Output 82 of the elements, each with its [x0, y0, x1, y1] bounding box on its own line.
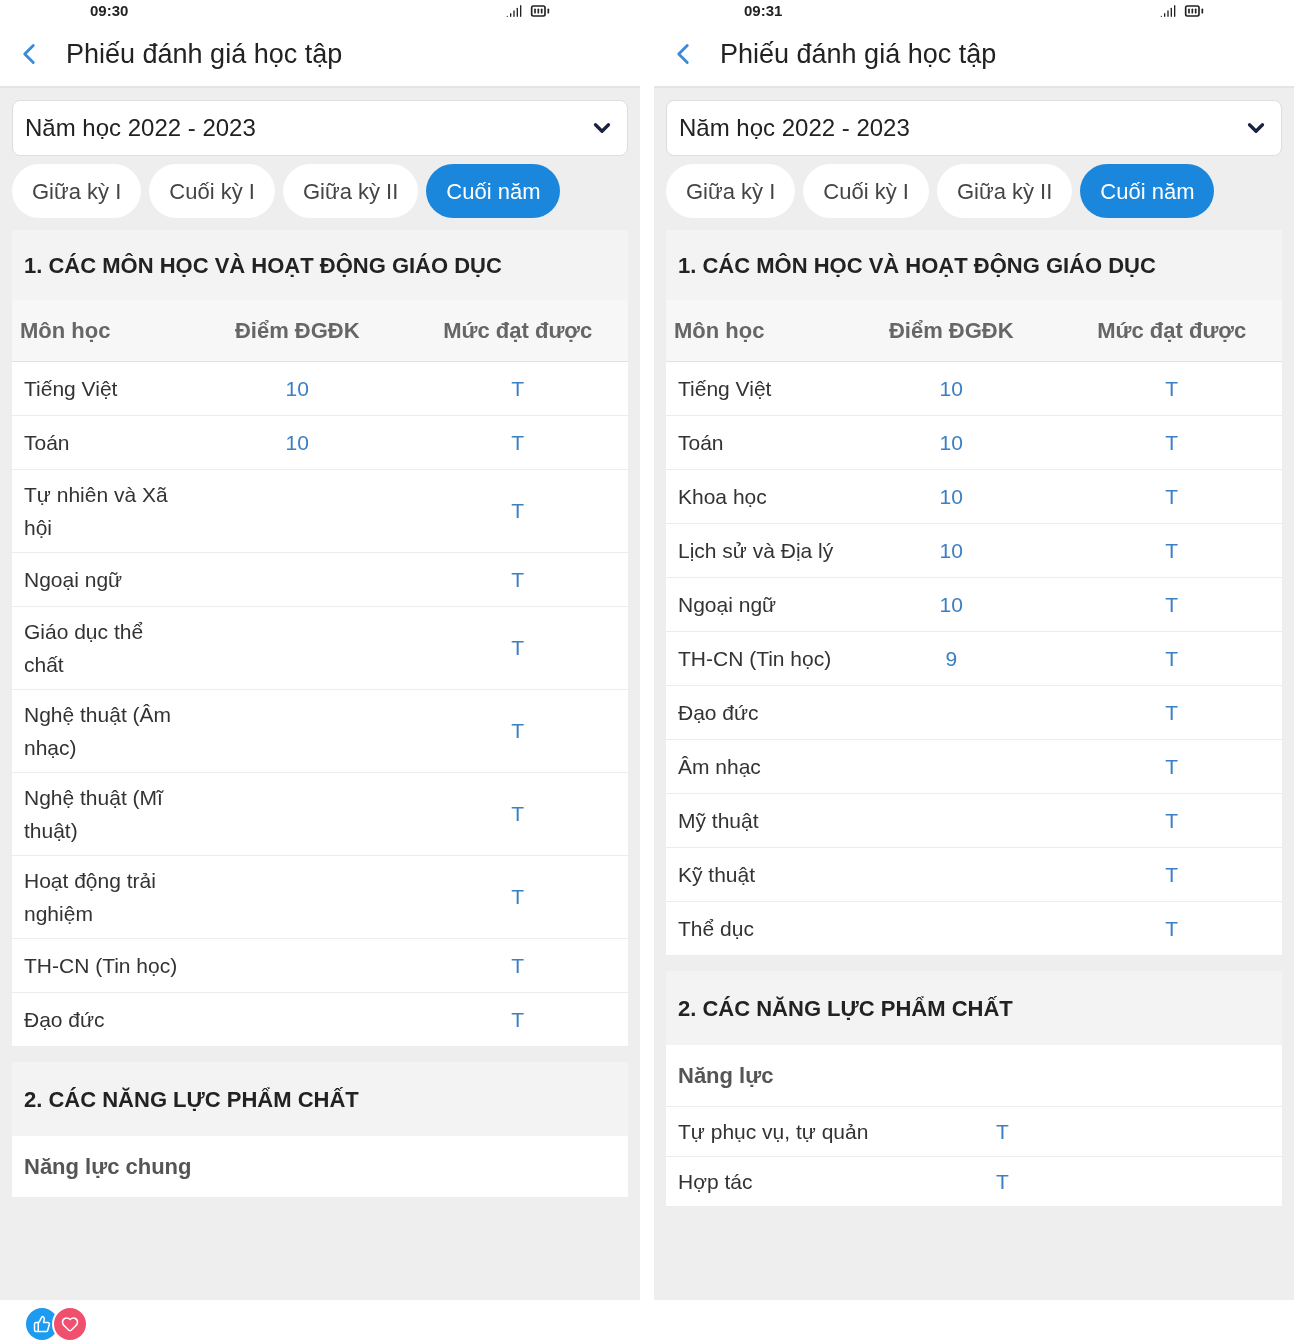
subject-name: Tiếng Việt [23, 376, 119, 402]
grade-value: T [1165, 916, 1179, 940]
score-value: 10 [285, 376, 309, 400]
subject-name: Tự nhiên và Xã hội [23, 482, 169, 541]
subject-name: Khoa học [677, 484, 768, 510]
section-header: 1. CÁC MÔN HỌC VÀ HOẠT ĐỘNG GIÁO DỤC [12, 230, 628, 300]
subject-name: Giáo dục thể chất [23, 619, 145, 678]
score-value: 9 [945, 646, 958, 670]
competency-name: Hợp tác [677, 1168, 754, 1195]
score-value: 10 [285, 430, 309, 454]
subject-name: Kỹ thuật [677, 862, 757, 888]
school-year-dropdown[interactable]: Năm học 2022 - 2023 [666, 100, 1282, 156]
subject-name: Lịch sử và Địa lý [677, 538, 835, 564]
grade-value: T [511, 1007, 525, 1031]
subject-name: Mỹ thuật [677, 808, 760, 834]
section-header: 2. CÁC NĂNG LỰC PHẨM CHẤT [666, 971, 1282, 1045]
grade-value: T [1165, 862, 1179, 886]
section-header: 1. CÁC MÔN HỌC VÀ HOẠT ĐỘNG GIÁO DỤC [666, 230, 1282, 300]
term-tab[interactable]: Giữa kỳ I [12, 164, 142, 218]
status-time: 09:31 [744, 0, 783, 21]
column-header: Mức đạt được [442, 317, 594, 345]
score-value: 10 [939, 592, 963, 616]
grade-value: T [1165, 646, 1179, 670]
term-tab[interactable]: Cuối năm [1080, 164, 1215, 218]
subheading: Năng lực chung [12, 1136, 628, 1198]
score-value: 10 [939, 430, 963, 454]
subject-name: TH-CN (Tin học) [23, 953, 179, 979]
screen-title: Phiếu đánh giá học tập [720, 37, 997, 71]
grade-value: T [511, 499, 525, 523]
subject-name: Hoạt động trải nghiệm [23, 868, 157, 927]
grade-value: T [511, 885, 525, 909]
subject-name: Ngoại ngữ [677, 592, 778, 618]
subject-name: Đạo đức [23, 1007, 106, 1033]
score-value: 10 [939, 484, 963, 508]
subject-name: TH-CN (Tin học) [677, 646, 833, 672]
subject-name: Toán [23, 430, 71, 456]
grade-value: T [1165, 700, 1179, 724]
grade-value: T [511, 802, 525, 826]
grade-value: T [1165, 430, 1179, 454]
grade-value: T [511, 430, 525, 454]
grade-value: T [1165, 538, 1179, 562]
status-time: 09:30 [90, 0, 129, 21]
section-header: 2. CÁC NĂNG LỰC PHẨM CHẤT [12, 1062, 628, 1136]
grade-value: T [996, 1168, 1010, 1195]
subject-name: Thể dục [677, 916, 755, 942]
subject-name: Đạo đức [677, 700, 760, 726]
term-tab[interactable]: Giữa kỳ II [936, 164, 1073, 218]
subject-name: Tiếng Việt [677, 376, 773, 402]
screen-title: Phiếu đánh giá học tập [66, 37, 343, 71]
column-header: Điểm ĐGĐK [887, 317, 1015, 345]
subject-name: Toán [677, 430, 725, 456]
competency-name: Tự phục vụ, tự quản [677, 1118, 870, 1145]
grade-value: T [511, 567, 525, 591]
grade-value: T [1165, 754, 1179, 778]
grade-value: T [511, 636, 525, 660]
term-tab[interactable]: Giữa kỳ II [282, 164, 419, 218]
subheading: Năng lực [666, 1045, 1282, 1107]
grade-value: T [1165, 376, 1179, 400]
column-header: Môn học [673, 317, 766, 345]
grade-value: T [511, 719, 525, 743]
subject-name: Âm nhạc [677, 754, 762, 780]
term-tab[interactable]: Cuối kỳ I [149, 164, 275, 218]
term-tab[interactable]: Cuối kỳ I [803, 164, 929, 218]
score-value: 10 [939, 538, 963, 562]
grade-value: T [1165, 808, 1179, 832]
subject-name: Ngoại ngữ [23, 567, 124, 593]
column-header: Môn học [19, 317, 112, 345]
grade-value: T [511, 953, 525, 977]
signal-icon [1160, 3, 1176, 19]
column-header: Mức đạt được [1096, 317, 1248, 345]
term-tab[interactable]: Cuối năm [426, 164, 561, 218]
column-header: Điểm ĐGĐK [233, 317, 361, 345]
score-value: 10 [939, 376, 963, 400]
school-year-dropdown[interactable]: Năm học 2022 - 2023 [12, 100, 628, 156]
grade-value: T [511, 376, 525, 400]
term-tab[interactable]: Giữa kỳ I [666, 164, 796, 218]
grade-value: T [1165, 592, 1179, 616]
subject-name: Nghệ thuật (Mĩ thuật) [23, 785, 165, 844]
grade-value: T [1165, 484, 1179, 508]
signal-icon [506, 3, 522, 19]
grade-value: T [996, 1118, 1010, 1145]
subject-name: Nghệ thuật (Âm nhạc) [23, 702, 173, 761]
